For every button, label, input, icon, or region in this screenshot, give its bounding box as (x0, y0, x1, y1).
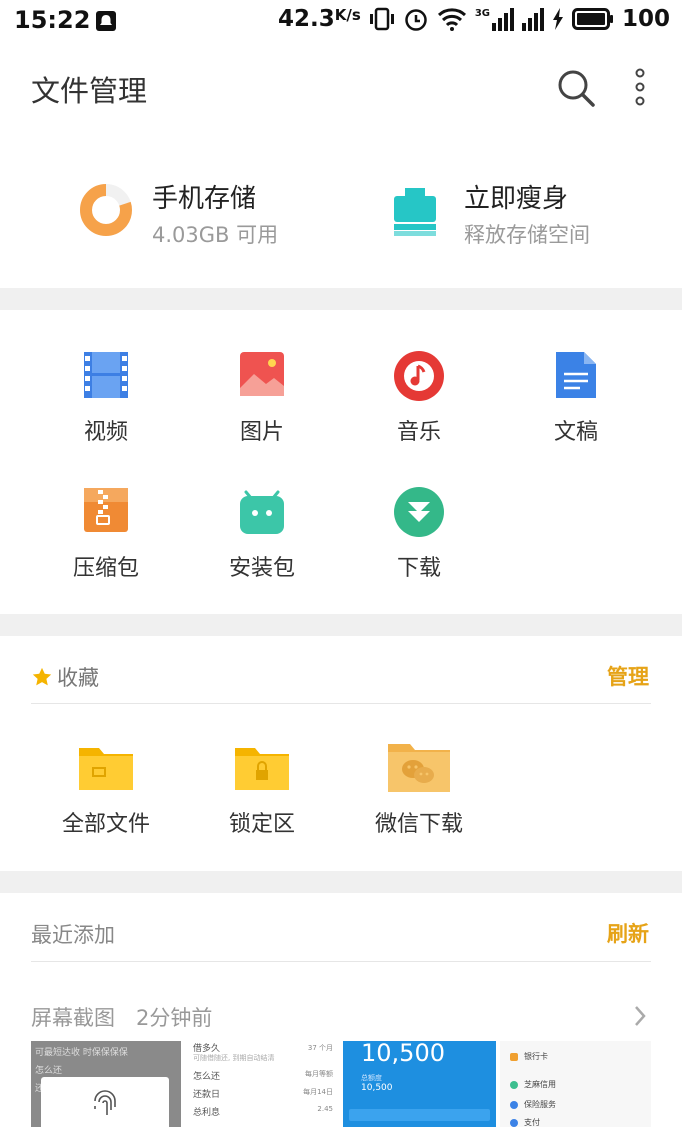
screenshot-thumbnail[interactable]: 可最短达收 时保保保保 怎么还 还 (31, 1041, 181, 1127)
thumb-text: 总额度 (361, 1074, 382, 1082)
screenshot-thumbnail[interactable]: 10,500 总额度 10,500 (343, 1041, 496, 1127)
clean-title: 立即瘦身 (464, 184, 569, 214)
screenshot-thumbnail[interactable]: 借多久 可随借随还, 到期自动结清 怎么还 还款日 总利息 37 个月 每月等额… (185, 1041, 339, 1127)
phone-storage-card[interactable]: 手机存储 4.03GB 可用 (78, 178, 328, 248)
thumb-text: 怎么还 (35, 1066, 63, 1076)
vibrate-icon (369, 7, 394, 31)
thumb-text: 保险服务 (524, 1100, 556, 1109)
storage-title: 手机存储 (152, 184, 257, 214)
wechat-folder-icon (386, 740, 452, 798)
section-divider (0, 288, 682, 310)
storage-donut-icon (78, 182, 134, 242)
star-icon (32, 667, 52, 686)
alarm-icon (405, 9, 427, 31)
fingerprint-dialog (41, 1077, 169, 1127)
chevron-right-icon (633, 1004, 647, 1032)
recent-title: 最近添加 (31, 923, 115, 947)
favorite-item-locked[interactable]: 锁定区 (187, 742, 337, 842)
video-icon (82, 350, 130, 404)
charging-icon (552, 8, 563, 30)
category-document[interactable]: 文稿 (516, 350, 636, 450)
favorite-label: 微信下载 (374, 812, 463, 837)
divider (31, 961, 651, 962)
status-bar: 15:22 42.3K/s 3G 100 (0, 0, 682, 44)
manage-button[interactable]: 管理 (607, 661, 649, 691)
category-label: 图片 (239, 420, 284, 445)
category-video[interactable]: 视频 (46, 350, 166, 450)
thumb-text: 支付 (524, 1118, 540, 1127)
clean-card[interactable]: 立即瘦身 释放存储空间 (390, 178, 650, 248)
more-vertical-icon[interactable] (630, 68, 650, 108)
thumb-banner (349, 1109, 490, 1121)
thumb-dot (510, 1119, 518, 1127)
favorite-label: 锁定区 (228, 812, 295, 837)
category-archive[interactable]: 压缩包 (46, 486, 166, 586)
category-apk[interactable]: 安装包 (202, 486, 322, 586)
category-label: 安装包 (228, 556, 295, 581)
network-speed: 42.3K/s (278, 6, 361, 32)
thumb-text: 每月等额 (305, 1070, 333, 1078)
thumb-text: 还款日 (193, 1090, 221, 1100)
wifi-icon (437, 8, 466, 31)
thumb-text: 2.45 (317, 1105, 333, 1113)
android-icon (238, 486, 286, 540)
favorites-header: 收藏 (31, 662, 99, 692)
thumb-text: 芝麻信用 (524, 1080, 556, 1089)
status-right: 42.3K/s 3G 100 (278, 6, 670, 32)
locked-folder-icon (233, 742, 291, 796)
status-time: 15:22 (14, 6, 91, 34)
music-icon (393, 350, 445, 406)
image-icon (238, 350, 286, 404)
thumb-dot (510, 1101, 518, 1109)
signal-3g: 3G (475, 7, 514, 31)
screenshot-thumbnail[interactable]: 银行卡 芝麻信用 保险服务 支付 (500, 1041, 651, 1127)
thumb-text: 总利息 (193, 1108, 221, 1118)
thumb-text: 银行卡 (524, 1052, 548, 1061)
favorite-label: 全部文件 (61, 812, 150, 837)
refresh-button[interactable]: 刷新 (607, 918, 649, 948)
divider (31, 703, 651, 704)
notification-icon (95, 10, 117, 36)
section-divider (0, 871, 682, 893)
favorites-title: 收藏 (57, 666, 99, 690)
battery-level: 100 (621, 6, 670, 32)
category-download[interactable]: 下载 (359, 486, 479, 586)
thumb-dot (510, 1053, 518, 1061)
search-icon[interactable] (556, 68, 596, 108)
fingerprint-icon (94, 1090, 116, 1115)
page-title: 文件管理 (31, 74, 148, 108)
recent-group-time: 2分钟前 (136, 1006, 213, 1030)
recent-group-name: 屏幕截图 (31, 1006, 115, 1030)
storage-free: 4.03GB 可用 (152, 223, 279, 247)
thumb-text: 每月14日 (303, 1088, 333, 1096)
thumb-text: 37 个月 (307, 1044, 333, 1052)
category-label: 视频 (83, 420, 128, 445)
thumb-text: 可最短达收 时保保保保 (35, 1048, 128, 1058)
clean-icon (390, 182, 440, 242)
thumb-text: 可随借随还, 到期自动结清 (193, 1054, 275, 1062)
folder-icon (77, 742, 135, 796)
thumb-text: 10,500 (361, 1041, 445, 1067)
category-label: 压缩包 (72, 556, 139, 581)
favorite-item-wechat[interactable]: 微信下载 (344, 740, 494, 842)
archive-icon (82, 486, 130, 540)
category-label: 下载 (396, 556, 441, 581)
signal-icon (521, 7, 544, 31)
download-icon (393, 486, 445, 542)
document-icon (552, 350, 600, 404)
category-image[interactable]: 图片 (202, 350, 322, 450)
category-label: 音乐 (396, 420, 441, 445)
thumb-text: 怎么还 (193, 1072, 221, 1082)
clean-subtitle: 释放存储空间 (464, 223, 590, 247)
category-label: 文稿 (553, 420, 598, 445)
thumb-dot (510, 1081, 518, 1089)
thumb-text: 10,500 (361, 1083, 393, 1093)
favorite-item-all-files[interactable]: 全部文件 (31, 742, 181, 842)
section-divider (0, 614, 682, 636)
category-music[interactable]: 音乐 (359, 350, 479, 450)
battery-icon (571, 8, 613, 30)
recent-group-header[interactable]: 屏幕截图 2分钟前 (31, 1002, 651, 1032)
